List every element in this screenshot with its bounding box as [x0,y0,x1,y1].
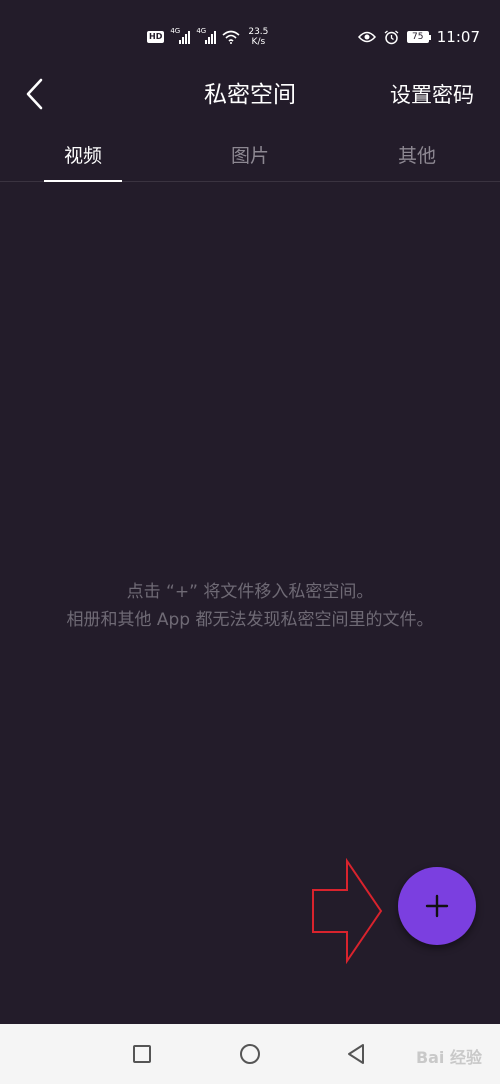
status-right-group: 75 11:07 [357,26,480,48]
signal-1-icon: 4G [170,27,191,44]
net-speed: 23.5 K/s [248,27,268,47]
set-password-button[interactable]: 设置密码 [390,80,474,110]
private-space-screen: HD 4G 4G 23.5 K/s 75 11:07 私密空间 设置密码 视频 … [0,0,500,1084]
home-button[interactable] [236,1040,264,1068]
signal-2-icon: 4G [196,27,217,44]
wifi-icon [222,30,240,44]
system-nav-bar: Bai 经验 [0,1024,500,1084]
clock: 11:07 [436,28,480,46]
net-speed-unit: K/s [251,37,266,47]
signal-2-label: 4G [196,27,207,35]
watermark-logo: Bai 经验 [415,1048,482,1067]
tab-pictures[interactable]: 图片 [167,130,333,182]
status-bar: HD 4G 4G 23.5 K/s 75 11:07 [0,0,500,70]
alarm-icon [384,29,399,44]
empty-hint-line-2: 相册和其他 App 都无法发现私密空间里的文件。 [66,610,434,630]
tab-bar: 视频 图片 其他 [0,130,500,182]
circle-icon [240,1044,260,1064]
square-icon [133,1045,151,1063]
net-speed-value: 23.5 [248,27,269,37]
status-left-group: HD 4G 4G 23.5 K/s [147,26,268,48]
battery-icon: 75 [406,31,431,43]
tab-others[interactable]: 其他 [334,130,500,182]
system-back-button[interactable] [342,1040,370,1068]
hd-badge: HD [147,31,165,43]
empty-state-hint: 点击 “+” 将文件移入私密空间。 相册和其他 App 都无法发现私密空间里的文… [0,578,500,634]
arrow-right-outline-icon [312,858,383,964]
title-bar: 私密空间 设置密码 [0,70,500,120]
plus-icon [425,894,449,918]
eye-icon [357,31,376,43]
empty-hint-line-1: 点击 “+” 将文件移入私密空间。 [126,582,374,602]
tab-videos[interactable]: 视频 [0,130,166,182]
recents-button[interactable] [128,1040,156,1068]
signal-1-label: 4G [170,27,181,35]
active-tab-indicator [44,180,122,182]
add-file-button[interactable] [398,867,476,945]
triangle-back-icon [348,1044,364,1064]
